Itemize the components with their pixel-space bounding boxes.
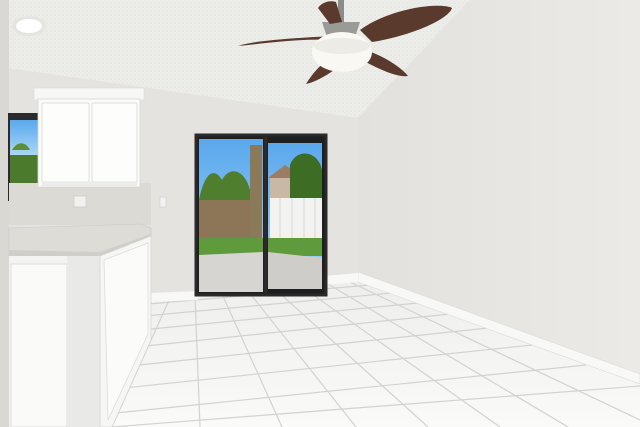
sliding-glass-door [194, 133, 328, 297]
recessed-light-icon [12, 16, 46, 36]
light-switch [159, 196, 167, 208]
room-photo [0, 0, 640, 427]
upper-cabinet [33, 87, 145, 188]
outlet [73, 195, 87, 208]
left-wall-edge [0, 0, 9, 427]
